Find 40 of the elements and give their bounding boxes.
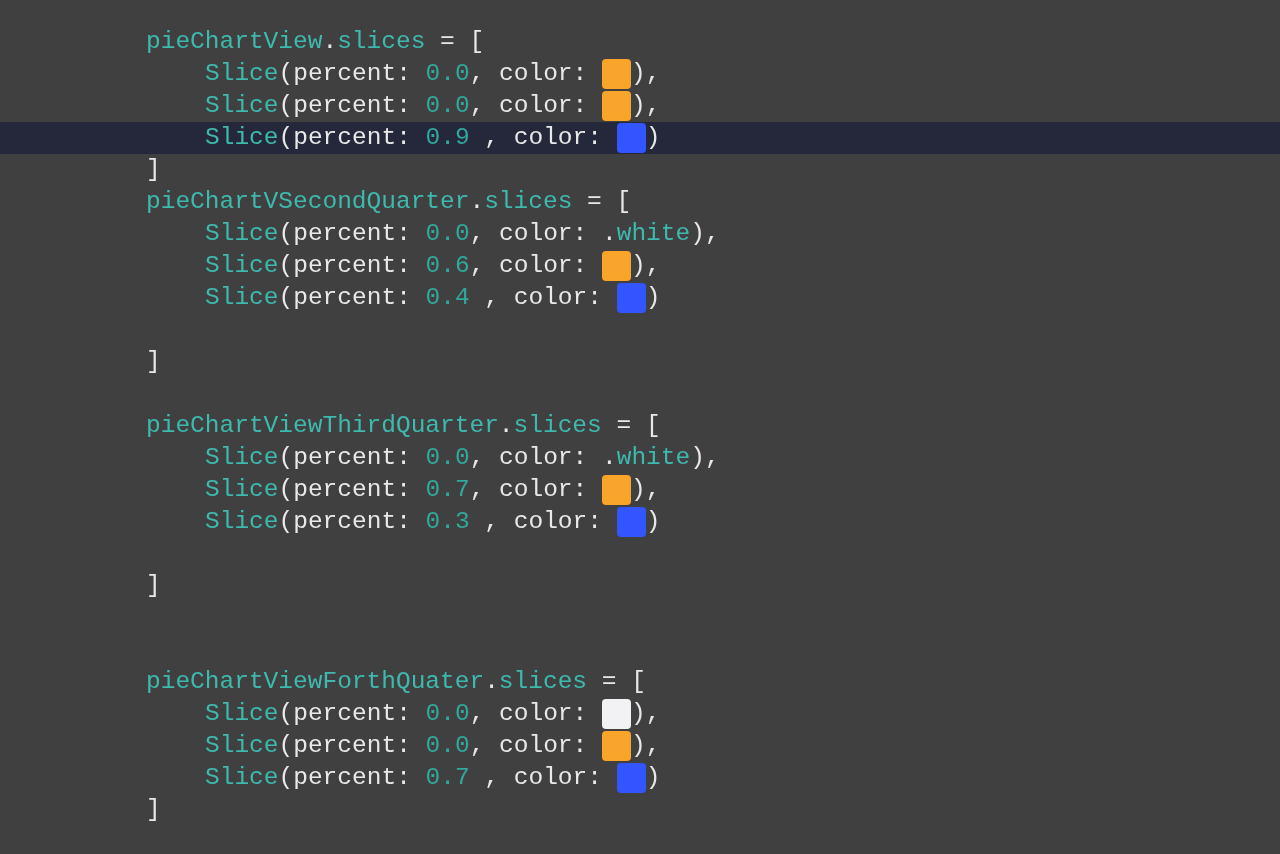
color-swatch-icon[interactable] [602, 91, 631, 121]
code-text: ) [645, 763, 661, 793]
color-swatch-icon[interactable] [616, 763, 646, 793]
code-text: Slice(percent: 0.7 , color: [205, 763, 603, 793]
code-text: Slice(percent: 0.9 , color: [205, 123, 603, 153]
color-swatch-icon[interactable] [602, 699, 631, 729]
code-text: ) [645, 507, 661, 537]
code-text: ), [631, 731, 661, 761]
code-text: Slice(percent: 0.0, color: .white), [205, 219, 720, 249]
code-text: ), [631, 91, 661, 121]
color-swatch-icon[interactable] [602, 475, 631, 505]
code-text: Slice(percent: 0.6, color: [205, 251, 589, 281]
color-swatch-icon[interactable] [602, 731, 631, 761]
code-text: ), [631, 475, 661, 505]
code-text: Slice(percent: 0.0, color: [205, 699, 589, 729]
code-text: Slice(percent: 0.0, color: [205, 59, 589, 89]
code-text: ) [645, 283, 661, 313]
code-text: Slice(percent: 0.0, color: .white), [205, 443, 720, 473]
code-text: pieChartVSecondQuarter.slices = [ [146, 187, 632, 217]
code-text: Slice(percent: 0.7, color: [205, 475, 589, 505]
code-text: ), [631, 59, 661, 89]
code-text: ] [146, 795, 161, 825]
code-text: ), [631, 251, 661, 281]
code-text: pieChartView.slices = [ [146, 27, 485, 57]
code-text: pieChartViewThirdQuarter.slices = [ [146, 411, 661, 441]
color-swatch-icon[interactable] [602, 251, 631, 281]
code-text: ] [146, 571, 161, 601]
color-swatch-icon[interactable] [616, 283, 646, 313]
code-text: Slice(percent: 0.0, color: [205, 91, 589, 121]
color-swatch-icon[interactable] [602, 59, 631, 89]
code-text: ] [146, 155, 161, 185]
code-text: ) [645, 123, 661, 153]
code-text: ] [146, 347, 161, 377]
code-text: pieChartViewForthQuater.slices = [ [146, 667, 646, 697]
color-swatch-icon[interactable] [616, 507, 646, 537]
code-text: ), [631, 699, 661, 729]
code-text: Slice(percent: 0.4 , color: [205, 283, 603, 313]
code-text: Slice(percent: 0.0, color: [205, 731, 589, 761]
color-swatch-icon[interactable] [616, 123, 646, 153]
code-text: Slice(percent: 0.3 , color: [205, 507, 603, 537]
